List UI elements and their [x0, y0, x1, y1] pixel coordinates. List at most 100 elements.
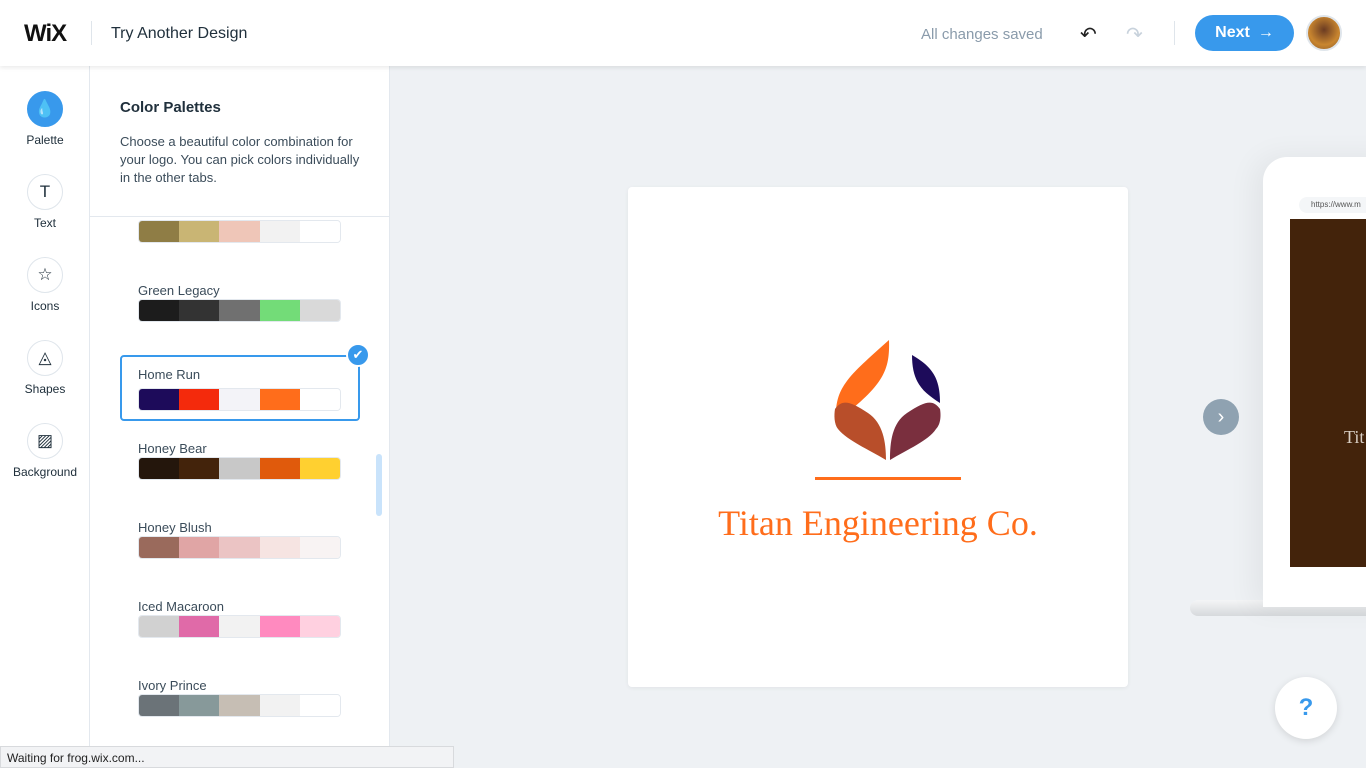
palette-swatches: [138, 615, 341, 638]
background-icon: ▨: [27, 423, 63, 459]
color-swatch: [219, 695, 260, 716]
palette-name: Honey Blush: [138, 520, 212, 535]
palette-list: Golden Rose Green Legacy Home Run Honey Bea…: [90, 217, 390, 768]
palette-swatches: [138, 694, 341, 717]
color-palettes-panel: Color Palettes Choose a beautiful color …: [90, 66, 390, 768]
next-label: Next: [1215, 24, 1250, 41]
divider: [1174, 21, 1175, 45]
color-swatch: [139, 300, 180, 321]
avatar[interactable]: [1306, 15, 1342, 51]
rail-item-text[interactable]: T Text: [0, 174, 90, 230]
logo-leaf: [890, 402, 941, 460]
palette-honey-bear[interactable]: Honey Bear: [120, 434, 360, 500]
color-swatch: [219, 537, 260, 558]
color-swatch: [299, 221, 340, 242]
brand-name: Titan Engineering Co.: [718, 503, 1038, 543]
wix-logo[interactable]: WiX: [24, 20, 67, 48]
rail-item-label: Palette: [26, 133, 64, 147]
palette-home-run[interactable]: Home Run: [120, 355, 360, 421]
rail-item-shapes[interactable]: ◬ Shapes: [0, 340, 90, 396]
palette-swatches: [138, 299, 341, 322]
rail-item-palette[interactable]: 💧 Palette: [0, 91, 90, 147]
color-swatch: [299, 537, 340, 558]
next-button[interactable]: Next →: [1195, 15, 1294, 51]
color-swatch: [299, 695, 340, 716]
text-icon: T: [27, 174, 63, 210]
selected-check-icon: ✔: [346, 343, 370, 367]
color-swatch: [179, 458, 220, 479]
laptop-preview[interactable]: https://www.m Tit: [1263, 157, 1366, 607]
palette-swatches: [138, 457, 341, 480]
color-swatch: [259, 458, 300, 479]
help-button[interactable]: ?: [1275, 677, 1337, 739]
drop-icon: 💧: [27, 91, 63, 127]
top-bar: WiX Try Another Design All changes saved…: [0, 0, 1366, 66]
rail-item-icons[interactable]: ☆ Icons: [0, 257, 90, 313]
redo-icon[interactable]: ↷: [1126, 22, 1143, 47]
next-design-arrow-button[interactable]: ›: [1203, 399, 1239, 435]
palette-swatches: [138, 536, 341, 559]
palette-swatches: [138, 388, 341, 411]
logo-underline: [815, 477, 961, 480]
logo-symbol: [815, 340, 961, 480]
palette-green-legacy[interactable]: Green Legacy: [120, 276, 360, 342]
color-swatch: [259, 300, 300, 321]
scrollbar[interactable]: [376, 454, 382, 516]
color-swatch: [299, 458, 340, 479]
color-swatch: [179, 300, 220, 321]
rail-item-background[interactable]: ▨ Background: [0, 423, 90, 479]
palette-name: Golden Rose: [138, 217, 214, 219]
color-swatch: [259, 695, 300, 716]
undo-icon[interactable]: ↶: [1080, 22, 1097, 47]
panel-title: Color Palettes: [120, 99, 221, 116]
color-swatch: [179, 616, 220, 637]
color-swatch: [139, 458, 180, 479]
color-swatch: [139, 537, 180, 558]
logo-leaf: [912, 355, 940, 403]
color-swatch: [179, 695, 220, 716]
arrow-right-icon: →: [1257, 24, 1274, 41]
color-swatch: [219, 458, 260, 479]
palette-golden-rose[interactable]: Golden Rose: [120, 217, 360, 263]
color-swatch: [299, 616, 340, 637]
palette-name: Home Run: [138, 367, 201, 382]
logo-canvas: Titan Engineering Co.: [628, 187, 1128, 687]
palette-name: Ivory Prince: [138, 678, 207, 693]
color-swatch: [259, 537, 300, 558]
color-swatch: [299, 389, 340, 410]
palette-name: Iced Macaroon: [138, 599, 224, 614]
panel-description: Choose a beautiful color combination for…: [120, 134, 360, 185]
palette-name: Green Legacy: [138, 283, 220, 298]
color-swatch: [259, 389, 300, 410]
rail-item-label: Text: [33, 216, 56, 230]
palette-swatches: [138, 220, 341, 243]
palette-ivory-prince[interactable]: Ivory Prince: [120, 671, 360, 737]
browser-status-bar: Waiting for frog.wix.com...: [0, 746, 454, 768]
color-swatch: [139, 695, 180, 716]
logo-leaf: [834, 402, 886, 460]
color-swatch: [259, 616, 300, 637]
tool-rail: 💧 Palette T Text ☆ Icons ◬ Shapes ▨ Background: [0, 66, 90, 768]
rail-item-label: Icons: [30, 299, 60, 313]
page-title: Try Another Design: [111, 25, 248, 42]
palette-honey-blush[interactable]: Honey Blush: [120, 513, 360, 579]
save-status: All changes saved: [921, 26, 1043, 43]
color-swatch: [219, 300, 260, 321]
color-swatch: [179, 221, 220, 242]
color-swatch: [259, 221, 300, 242]
color-swatch: [139, 389, 180, 410]
color-swatch: [139, 221, 180, 242]
color-swatch: [219, 616, 260, 637]
rail-item-label: Shapes: [24, 382, 66, 396]
color-swatch: [219, 389, 260, 410]
preview-screen: Tit: [1290, 219, 1366, 567]
divider: [91, 21, 92, 45]
preview-url: https://www.m: [1299, 197, 1366, 213]
palette-iced-macaroon[interactable]: Iced Macaroon: [120, 592, 360, 658]
color-swatch: [179, 537, 220, 558]
palette-name: Honey Bear: [138, 441, 207, 456]
color-swatch: [139, 616, 180, 637]
color-swatch: [219, 221, 260, 242]
preview-brand: Tit: [1344, 427, 1365, 447]
shapes-icon: ◬: [27, 340, 63, 376]
